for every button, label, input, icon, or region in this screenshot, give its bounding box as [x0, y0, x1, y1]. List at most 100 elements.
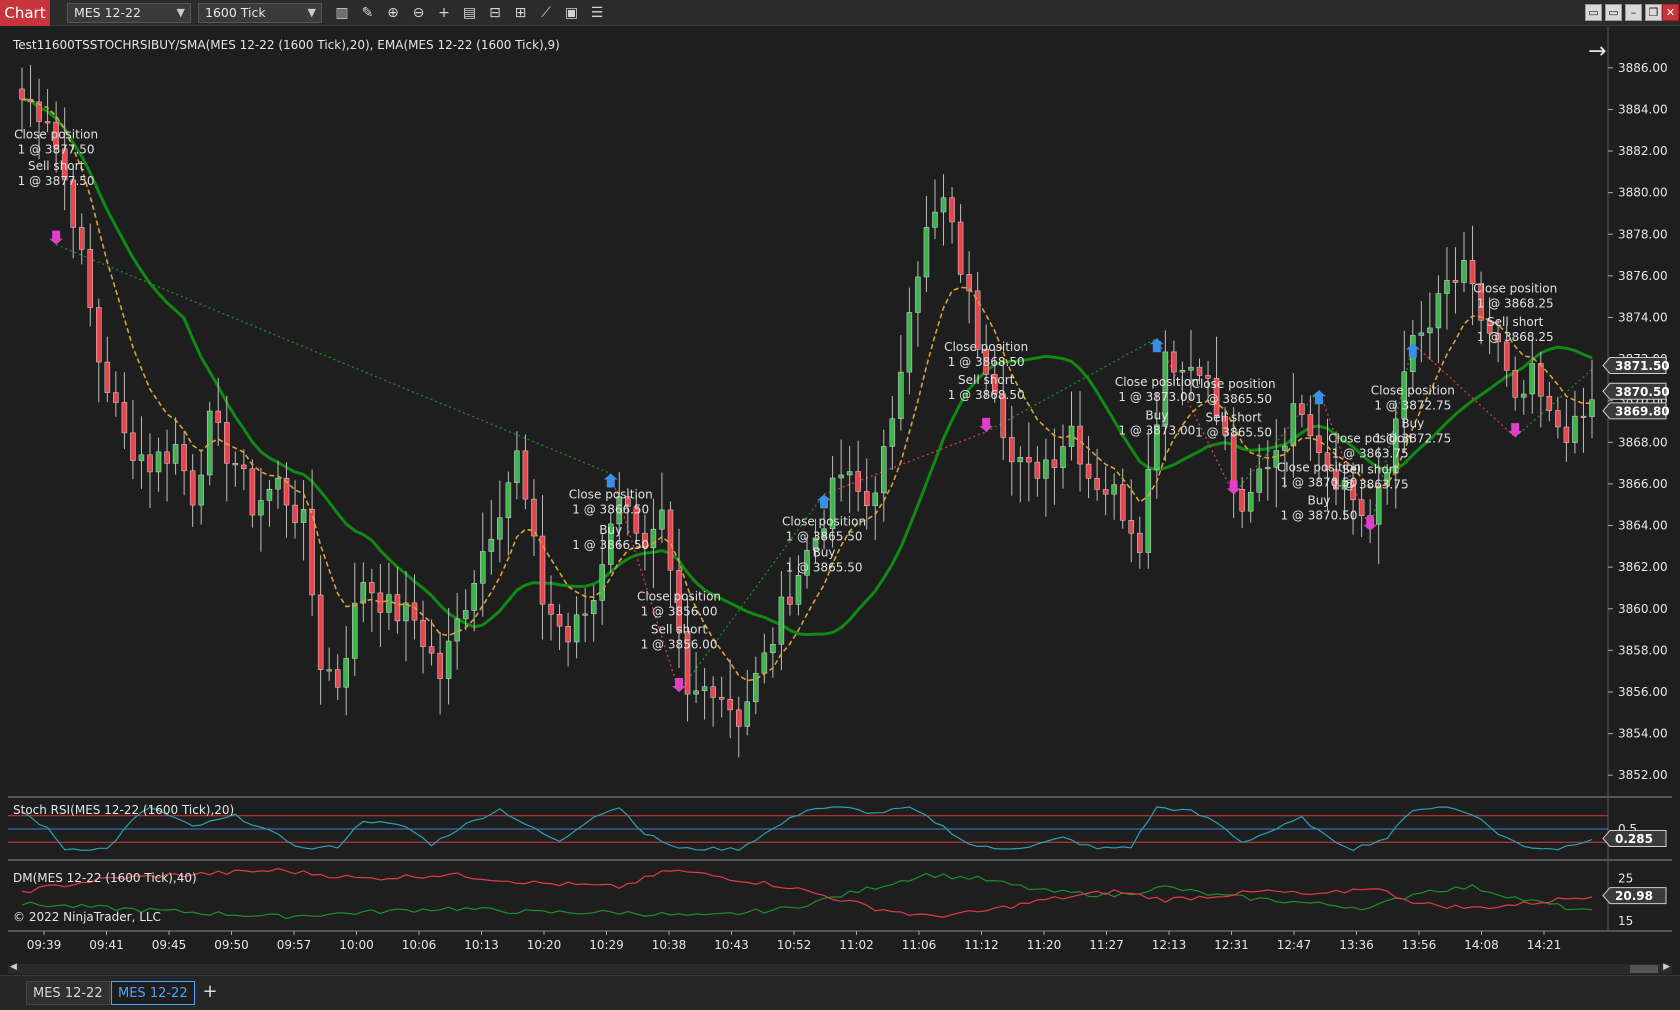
time-tick-label: 14:08: [1464, 938, 1499, 952]
dm-marker: 20.98: [1602, 887, 1667, 905]
horizontal-scrollbar[interactable]: ◀ ▶: [8, 962, 1672, 974]
chart-trader-icon[interactable]: ⊟: [486, 4, 504, 22]
trade-label-text: Buy: [599, 523, 622, 537]
time-tick-label: 10:06: [402, 938, 437, 952]
candle-body: [906, 312, 913, 373]
trade-label-text: Sell short: [1342, 463, 1399, 477]
trade-label-text: Sell short: [958, 373, 1015, 387]
scroll-left-icon[interactable]: ◀: [10, 962, 17, 972]
time-tick-label: 10:29: [589, 938, 624, 952]
candle-body: [872, 492, 879, 507]
candle-body: [565, 625, 571, 643]
price-tick-label: 3886.00: [1618, 61, 1668, 75]
candle-body: [360, 582, 367, 604]
drawing-tool-icon[interactable]: ✎: [359, 4, 377, 22]
time-tick-label: 12:47: [1277, 938, 1312, 952]
candle-body: [795, 575, 802, 605]
time-tick-label: 11:20: [1027, 938, 1062, 952]
candle-body: [522, 450, 529, 500]
candle-body: [1546, 395, 1553, 411]
trade-label-text: 1 @ 3868.25: [1477, 330, 1554, 344]
trade-label-text: Sell short: [651, 623, 708, 637]
candle-body: [1529, 363, 1536, 395]
time-tick-label: 13:36: [1339, 938, 1374, 952]
candle-body: [915, 276, 921, 313]
time-tick-label: 11:12: [964, 938, 999, 952]
trade-label-text: Close position: [1473, 282, 1557, 296]
instrument-selector[interactable]: MES 12-22 ▼: [67, 3, 191, 23]
candle-body: [846, 471, 853, 476]
tab-mes-2[interactable]: MES 12-22: [111, 981, 195, 1005]
price-tick-label: 3860.00: [1618, 602, 1668, 616]
candle-body: [940, 197, 947, 213]
chart-window-badge[interactable]: Chart: [0, 0, 50, 26]
candle-body: [855, 471, 861, 492]
candle-body: [275, 477, 281, 490]
candle-body: [1435, 293, 1442, 329]
candle-body: [556, 614, 563, 627]
time-tick-label: 10:00: [339, 938, 374, 952]
candle-body: [130, 432, 136, 461]
candle-body: [1555, 410, 1561, 428]
main-panel-title: Test11600TSSTOCHRSIBUY/SMA(MES 12-22 (16…: [13, 38, 560, 52]
strategies-icon[interactable]: ▣: [563, 4, 581, 22]
candle-body: [770, 644, 776, 654]
price-tick-label: 3856.00: [1618, 685, 1668, 699]
candle-body: [1188, 366, 1194, 371]
candle-body: [1512, 370, 1518, 398]
zoom-out-icon[interactable]: ⊖: [410, 4, 428, 22]
candle-body: [300, 509, 307, 523]
chart-canvas[interactable]: Close position1 @ 3877.50Sell short1 @ 3…: [0, 27, 1680, 963]
time-tick-label: 10:38: [652, 938, 687, 952]
candle-body: [215, 410, 221, 423]
scroll-right-icon[interactable]: ▶: [1663, 962, 1670, 972]
candle-body: [232, 463, 239, 466]
properties-icon[interactable]: ⊞: [512, 4, 530, 22]
link-window-button[interactable]: ▭: [1605, 4, 1622, 21]
time-tick-label: 11:06: [902, 938, 937, 952]
price-marker-label: 20.98: [1615, 889, 1653, 903]
time-tick-label: 12:13: [1152, 938, 1187, 952]
bar-style-icon[interactable]: ▥: [333, 4, 351, 22]
trade-label-text: Close position: [569, 487, 653, 501]
candle-body: [1239, 489, 1245, 512]
candle-body: [377, 592, 384, 613]
data-box-icon[interactable]: ▤: [461, 4, 479, 22]
candle-body: [1538, 363, 1544, 397]
candle-body: [224, 422, 230, 464]
trade-label-text: Sell short: [1487, 315, 1544, 329]
templates-icon[interactable]: ☰: [588, 4, 606, 22]
crosshair-icon[interactable]: +: [435, 4, 453, 22]
trade-label-text: Buy: [813, 546, 836, 560]
trade-label-text: Sell short: [28, 159, 85, 173]
minimize-button[interactable]: –: [1625, 4, 1642, 21]
indicators-icon[interactable]: ⟋: [537, 4, 555, 22]
trade-label-text: 1 @ 3865.50: [1195, 392, 1272, 406]
add-tab-button[interactable]: +: [200, 981, 220, 1005]
tile-window-button[interactable]: ▭: [1585, 4, 1602, 21]
trade-label-text: 1 @ 3866.50: [572, 502, 649, 516]
time-tick-label: 09:39: [27, 938, 62, 952]
candle-body: [198, 474, 204, 506]
scrollbar-thumb[interactable]: [1630, 965, 1658, 973]
interval-selector[interactable]: 1600 Tick ▼: [198, 3, 322, 23]
tab-mes-1[interactable]: MES 12-22: [26, 981, 110, 1005]
zoom-in-icon[interactable]: ⊕: [384, 4, 402, 22]
candle-body: [121, 402, 128, 434]
candle-body: [1128, 520, 1134, 534]
candle-body: [957, 221, 964, 275]
time-tick-label: 10:43: [714, 938, 749, 952]
candle-body: [761, 652, 768, 674]
candle-body: [266, 488, 273, 501]
candle-body: [949, 197, 955, 223]
candle-body: [514, 450, 520, 483]
candle-body: [104, 361, 111, 393]
candle-body: [411, 602, 418, 621]
arrow-right-icon[interactable]: →: [1588, 39, 1606, 64]
time-tick-label: 09:57: [277, 938, 312, 952]
maximize-button[interactable]: ❐: [1645, 4, 1662, 21]
price-marker-label: 3869.80: [1615, 404, 1670, 418]
tab-bar: MES 12-22 MES 12-22 +: [0, 975, 1680, 1010]
close-button[interactable]: ✕: [1662, 4, 1679, 21]
price-tick-label: 3858.00: [1618, 643, 1668, 657]
